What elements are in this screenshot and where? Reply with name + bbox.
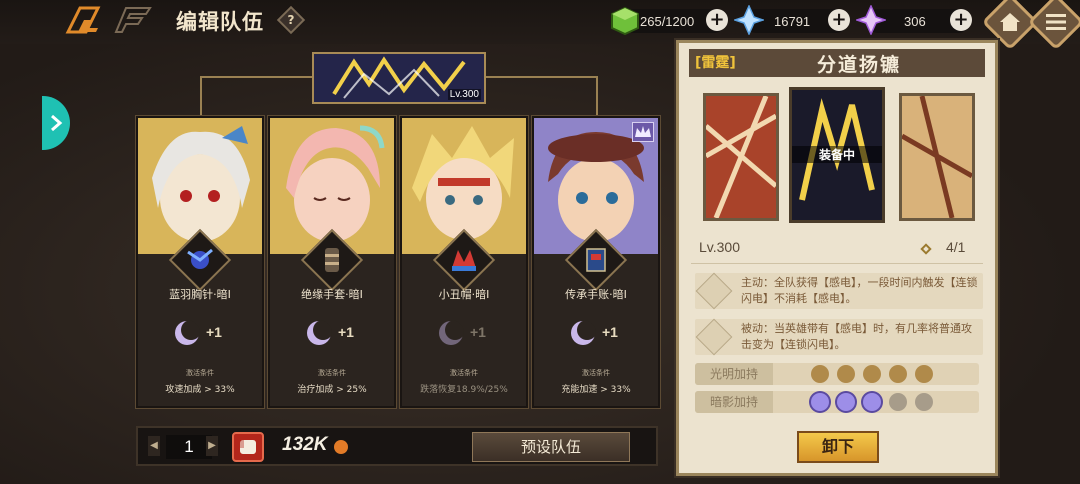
active-skill: 主动：全队获得【感电】，一段时间内触发【连锁闪电】不消耗【感电】。 [695, 272, 983, 310]
team-prev-button[interactable]: ◀ [148, 436, 160, 456]
add-purple-crystal-button[interactable]: + [950, 9, 972, 31]
bonus-plus: +1 [470, 324, 486, 340]
resource-value: 306 [904, 13, 926, 29]
light-orb-icon [889, 365, 907, 383]
activation-bonus: 充能加速 > 33% [561, 385, 631, 395]
weapon-art [900, 95, 974, 219]
weapon-art [704, 95, 778, 219]
divider [691, 263, 983, 264]
weapon-option-card[interactable] [703, 93, 779, 221]
bottom-bar: ◀ 1 ▶ 132K 预设队伍 [136, 426, 658, 466]
purple-crystal-icon [856, 5, 886, 35]
team-next-button[interactable]: ▶ [206, 436, 218, 456]
bonus-plus: +1 [602, 324, 618, 340]
preset-team-button[interactable]: 预设队伍 [472, 432, 630, 462]
weapon-detail-panel: [雷霆] 分道扬镳 装备中 Lv.300 4/1 主动：全队获得【感电】，一段时… [676, 40, 998, 476]
team-member-card[interactable]: 蓝羽胸针·暗I +1 激活条件 攻速加成 > 33% [136, 116, 264, 408]
shadow-orb-icon [811, 393, 829, 411]
activation-bonus: 跌落恢复18.9%/25% [420, 385, 508, 395]
shadow-orb-icon [863, 393, 881, 411]
equip-name: 小丑帽·暗I [438, 288, 490, 301]
light-bonus-row: 光明加持 [695, 363, 979, 385]
weapon-option-card[interactable] [899, 93, 975, 221]
passive-skill-icon [695, 318, 733, 356]
connector-line [200, 76, 312, 116]
page-title: 编辑队伍 [176, 10, 264, 34]
leader-level: Lv.300 [447, 89, 481, 100]
panel-title-bar: [雷霆] 分道扬镳 [689, 49, 985, 77]
glove-icon [325, 248, 339, 272]
connector-line [486, 76, 598, 116]
menu-icon [1046, 14, 1066, 30]
active-skill-icon [695, 272, 733, 310]
stack-star-icon [920, 243, 932, 255]
crescent-moon-icon [307, 320, 332, 345]
top-bar: 编辑队伍 ? 265/1200 + 16791 + 306 + [0, 0, 1080, 51]
active-skill-text: 主动：全队获得【感电】，一段时间内触发【连锁闪电】不消耗【感电】。 [741, 276, 978, 305]
crescent-moon-icon [175, 320, 200, 345]
light-bonus-label: 光明加持 [695, 363, 773, 385]
journal-icon [586, 248, 606, 272]
weapon-option-card-selected[interactable]: 装备中 [789, 87, 885, 223]
team-member-card[interactable]: 传承手账·暗I +1 激活条件 充能加速 > 33% [532, 116, 660, 408]
resource-value: 265/1200 [640, 13, 695, 29]
condition-label: 激活条件 [582, 369, 610, 377]
add-blue-crystal-button[interactable]: + [828, 9, 850, 31]
shadow-bonus-label: 暗影加持 [695, 391, 773, 413]
condition-label: 激活条件 [186, 369, 214, 377]
leader-crown-icon [632, 122, 654, 142]
back-logo-icon[interactable] [58, 4, 158, 36]
power-info-icon[interactable] [334, 440, 348, 454]
condition-label: 激活条件 [450, 369, 478, 377]
team-member-card[interactable]: 小丑帽·暗I +1 激活条件 跌落恢复18.9%/25% [400, 116, 528, 408]
resource-value: 16791 [774, 13, 811, 29]
condition-label: 激活条件 [318, 369, 346, 377]
equip-name: 绝缘手套·暗I [301, 288, 363, 301]
crescent-moon-icon [571, 320, 596, 345]
bonus-plus: +1 [338, 324, 354, 340]
light-orb-icon [837, 365, 855, 383]
element-tag: [雷霆] [695, 55, 736, 71]
shadow-orb-empty-icon [915, 393, 933, 411]
crescent-moon-icon [439, 320, 464, 345]
home-icon [1000, 13, 1020, 31]
equip-name: 传承手账·暗I [565, 288, 627, 301]
bonus-plus: +1 [206, 324, 222, 340]
brooch-icon [187, 248, 213, 269]
blue-crystal-icon [734, 5, 764, 35]
leader-weapon-banner[interactable]: Lv.300 [312, 52, 486, 104]
weapon-level: Lv.300 [699, 239, 740, 255]
help-label: ? [287, 13, 295, 27]
power-fist-icon [232, 432, 264, 462]
light-orb-icon [915, 365, 933, 383]
passive-skill: 被动：当英雄带有【感电】时，有几率将普通攻击变为【连锁闪电】。 [695, 318, 983, 356]
menu-button[interactable] [1027, 0, 1080, 51]
team-member-card[interactable]: 绝缘手套·暗I +1 激活条件 治疗加成 > 25% [268, 116, 396, 408]
shadow-bonus-row: 暗影加持 [695, 391, 979, 413]
team-power: 132K [282, 434, 328, 455]
light-orb-icon [863, 365, 881, 383]
weapon-name: 分道扬镳 [816, 54, 901, 76]
activation-bonus: 治疗加成 > 25% [297, 385, 367, 395]
help-button[interactable]: ? [276, 5, 306, 35]
passive-skill-text: 被动：当英雄带有【感电】时，有几率将普通攻击变为【连锁闪电】。 [741, 322, 972, 351]
equipped-label: 装备中 [792, 146, 882, 163]
unequip-button[interactable]: 卸下 [797, 431, 879, 463]
add-stamina-button[interactable]: + [706, 9, 728, 31]
shadow-orb-icon [837, 393, 855, 411]
stamina-cube-icon [611, 6, 639, 36]
equip-name: 蓝羽胸针·暗I [169, 288, 231, 301]
weapon-stack: 4/1 [946, 239, 966, 255]
chevron-right-icon [51, 114, 63, 132]
activation-bonus: 攻速加成 > 33% [165, 385, 235, 395]
shadow-orb-empty-icon [889, 393, 907, 411]
light-orb-icon [811, 365, 829, 383]
jester-hat-icon [452, 250, 476, 271]
